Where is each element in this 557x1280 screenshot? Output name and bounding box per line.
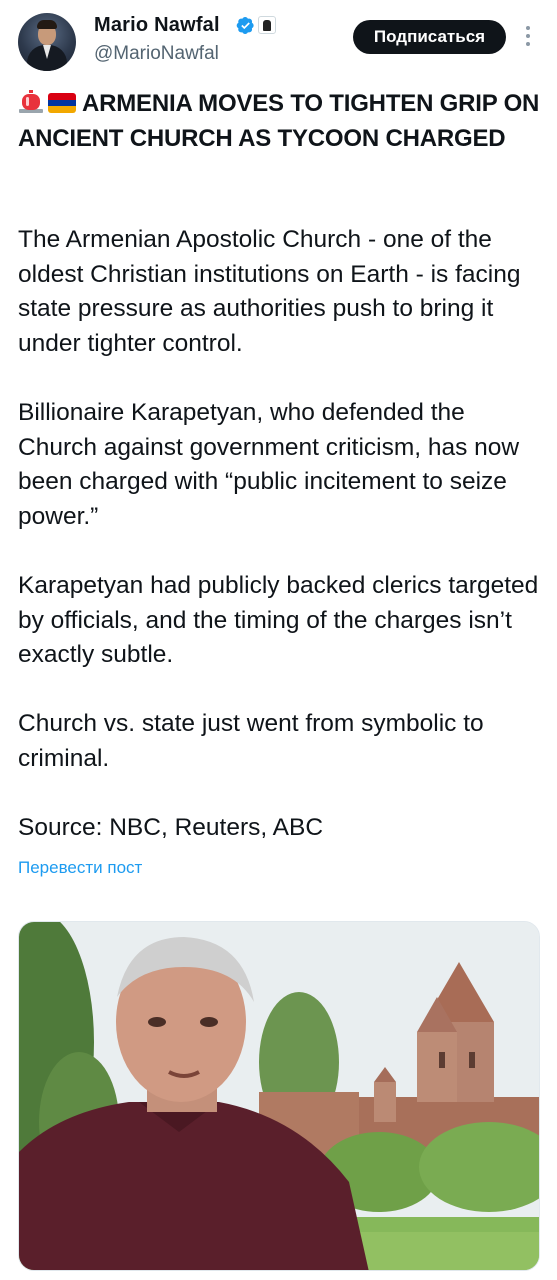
tweet-media-image[interactable] [18, 921, 540, 1271]
more-options-icon[interactable] [523, 26, 533, 50]
tweet-header: Mario Nawfal @MarioNawfal Подписаться [0, 0, 557, 80]
author-name[interactable]: Mario Nawfal [94, 14, 220, 37]
tweet-paragraph-4: Church vs. state just went from symbolic… [18, 710, 484, 772]
translate-post-link[interactable]: Перевести пост [18, 858, 142, 878]
tweet-paragraph-2: Billionaire Karapetyan, who defended the… [18, 399, 520, 530]
affiliate-badge-icon[interactable] [258, 16, 276, 34]
rotating-light-emoji [19, 90, 43, 113]
tweet-headline: ARMENIA MOVES TO TIGHTEN GRIP ON ANCIENT… [18, 86, 543, 156]
tweet-paragraph-3: Karapetyan had publicly backed clerics t… [18, 572, 539, 668]
tweet-source: Source: NBC, Reuters, ABC [18, 814, 324, 841]
armenia-flag-emoji [48, 93, 76, 113]
headline-text: ARMENIA MOVES TO TIGHTEN GRIP ON ANCIENT… [18, 90, 540, 152]
tweet-paragraph-1: The Armenian Apostolic Church - one of t… [18, 226, 521, 357]
verified-badge-icon [236, 17, 254, 34]
author-avatar[interactable] [18, 13, 76, 71]
media-photo [19, 922, 539, 1270]
subscribe-button[interactable]: Подписаться [353, 20, 506, 54]
author-handle[interactable]: @MarioNawfal [94, 43, 219, 65]
